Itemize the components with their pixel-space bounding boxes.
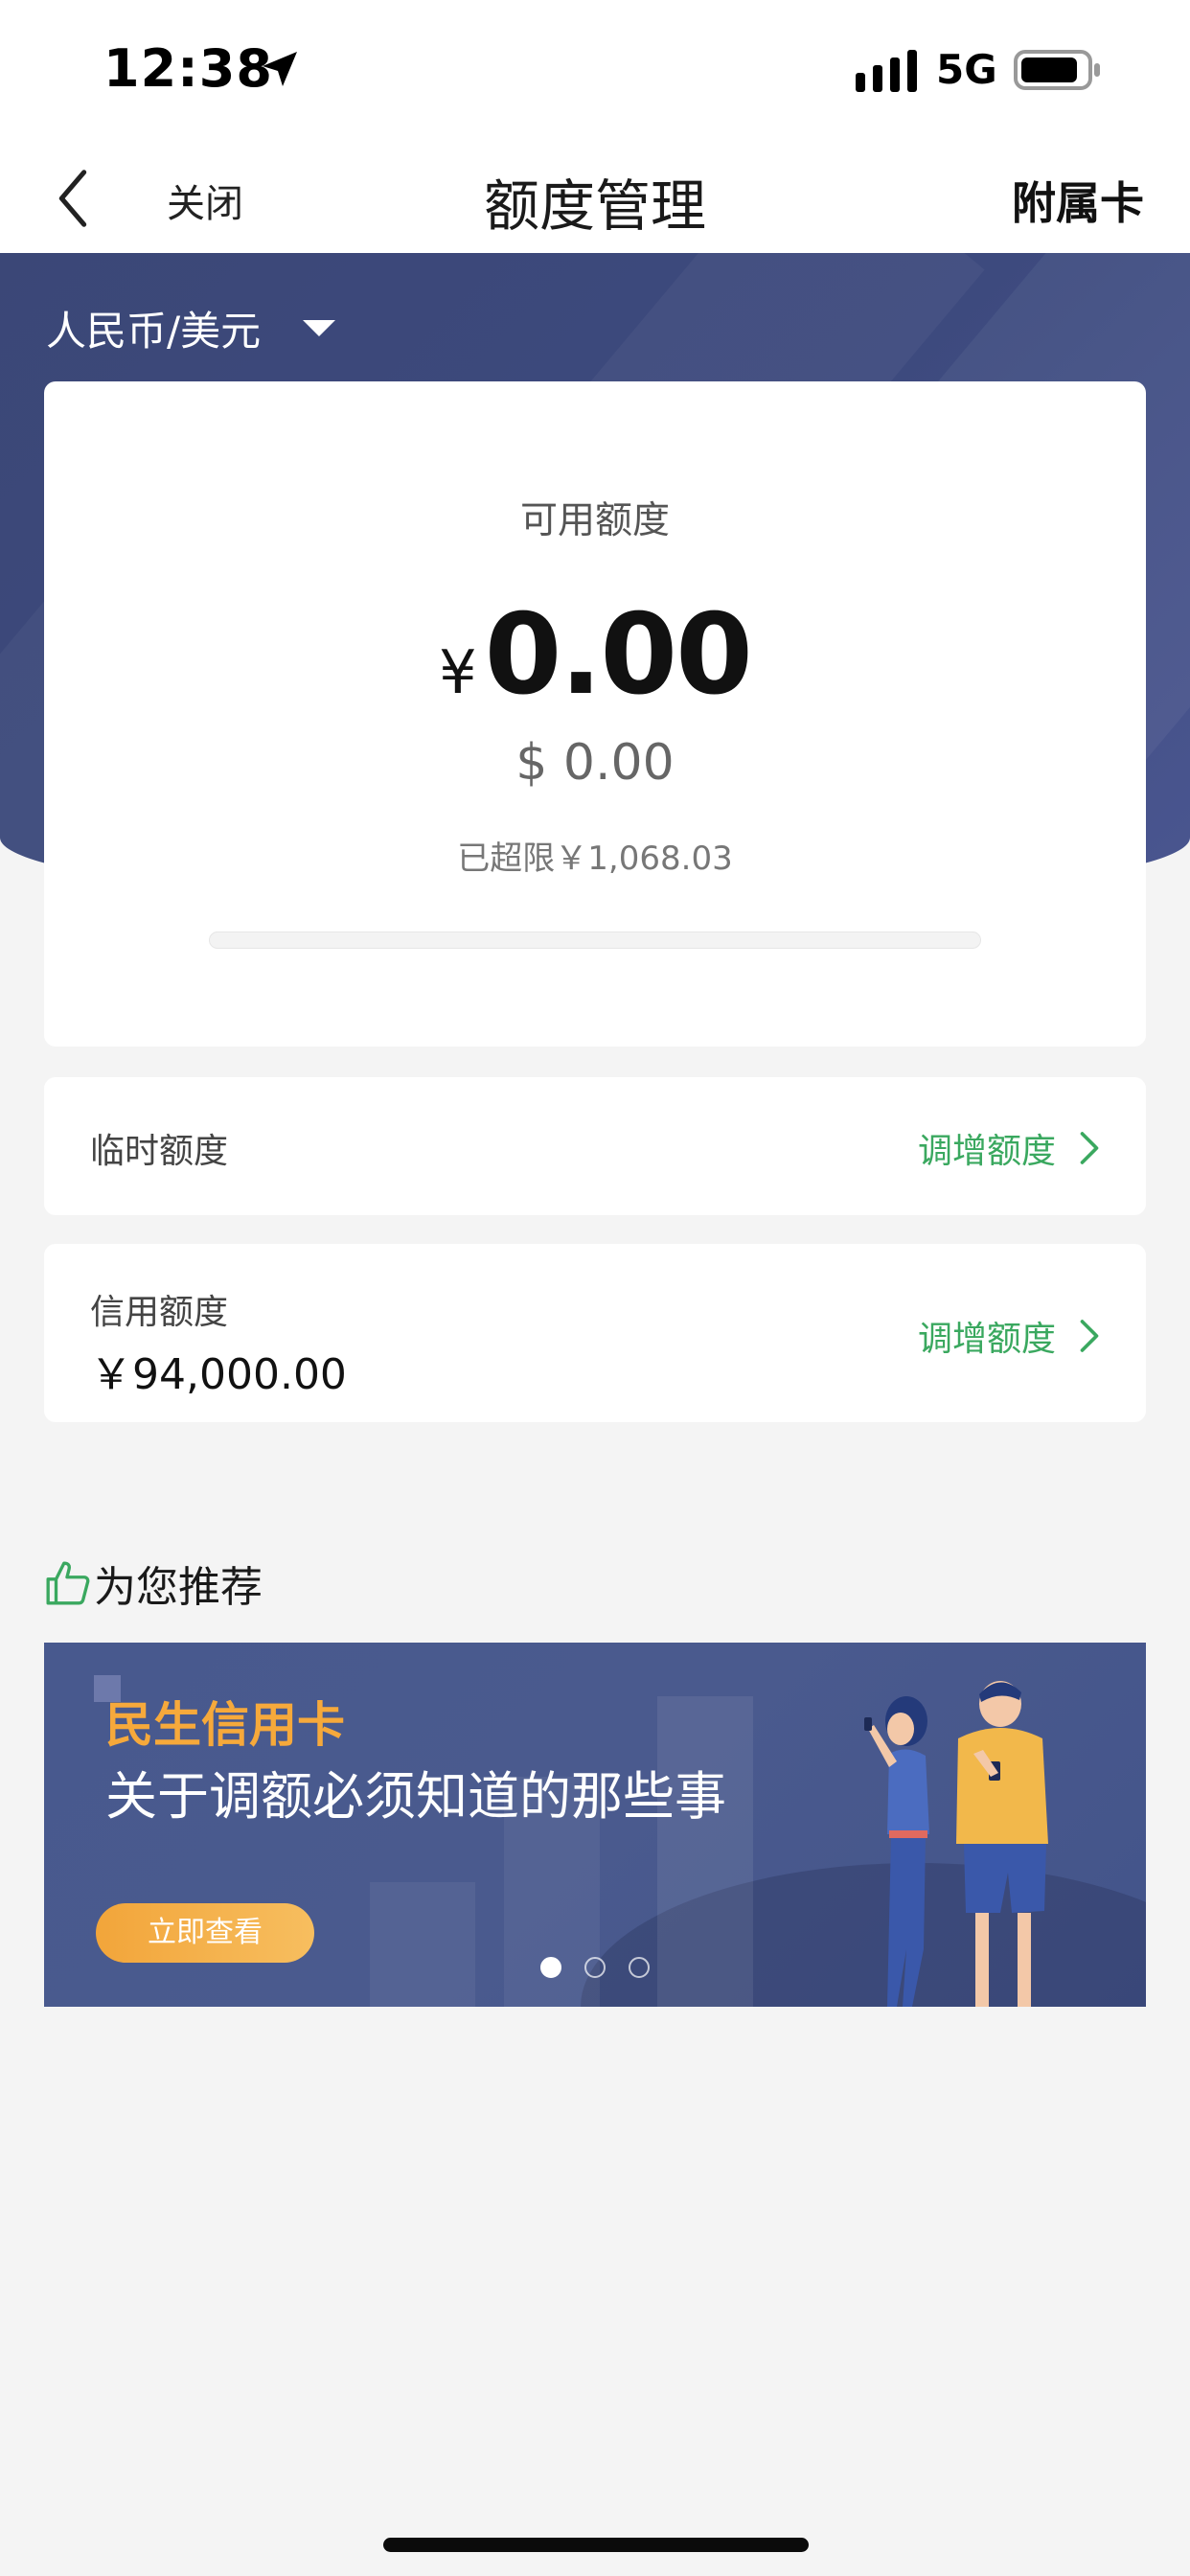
- banner-brand: 民生信用卡: [105, 1697, 345, 1753]
- available-limit-label: 可用额度: [519, 499, 670, 542]
- increase-limit-label: 调增额度: [917, 1320, 1056, 1359]
- status-bar: 12:38 5G: [0, 0, 1190, 144]
- available-limit-card: 可用额度 ¥0.00 $ 0.00 已超限￥1,068.03: [44, 381, 1146, 1046]
- home-indicator: [383, 2538, 809, 2552]
- location-arrow-icon: [263, 52, 297, 86]
- caret-down-icon: [303, 320, 336, 336]
- credit-limit-increase-button[interactable]: 调增额度: [918, 1311, 1104, 1361]
- available-limit-amount: ¥0.00: [44, 590, 1146, 720]
- credit-limit-label: 信用额度: [90, 1293, 229, 1332]
- network-label: 5G: [936, 46, 997, 93]
- limit-progress-bar: [209, 932, 981, 949]
- status-time: 12:38: [103, 38, 273, 99]
- carousel-indicator: [44, 1957, 1146, 1978]
- chevron-right-icon: [1080, 1320, 1099, 1352]
- view-now-button[interactable]: 立即查看: [96, 1903, 314, 1963]
- recommend-header: 为您推荐: [44, 1552, 263, 1614]
- credit-limit-value: ￥94,000.00: [90, 1350, 347, 1399]
- currency-symbol: ¥: [439, 637, 477, 707]
- usd-available-amount: $ 0.00: [515, 734, 675, 792]
- temporary-limit-increase-button[interactable]: 调增额度: [918, 1123, 1104, 1173]
- people-illustration: [864, 1681, 1048, 2007]
- temporary-limit-row: 临时额度 调增额度: [44, 1077, 1146, 1215]
- available-limit-value: 0.00: [484, 590, 753, 720]
- increase-limit-label: 调增额度: [917, 1132, 1056, 1171]
- nav-bar: 关闭 额度管理 附属卡: [0, 144, 1190, 253]
- supplementary-card-button[interactable]: 附属卡: [1012, 169, 1144, 232]
- battery-icon: [1014, 50, 1100, 90]
- carousel-dot[interactable]: [584, 1957, 606, 1978]
- credit-limit-row: 信用额度 ￥94,000.00 调增额度: [44, 1244, 1146, 1422]
- currency-selector-label: 人民币/美元: [46, 308, 262, 355]
- promo-banner[interactable]: 民生信用卡 关于调额必须知道的那些事 立即查看: [44, 1643, 1146, 2007]
- signal-icon: [856, 50, 917, 92]
- recommend-title: 为您推荐: [94, 1563, 263, 1612]
- carousel-dot[interactable]: [629, 1957, 650, 1978]
- page: 12:38 5G 关闭 额度管理 附属卡 人民币/美元 可用额度 ¥0.00 $…: [0, 0, 1190, 2576]
- over-limit-text: 已超限￥1,068.03: [457, 840, 733, 878]
- thumbs-up-icon: [46, 1561, 90, 1605]
- banner-headline: 关于调额必须知道的那些事: [105, 1766, 726, 1827]
- banner-decoration: [370, 1882, 475, 2007]
- carousel-dot[interactable]: [540, 1957, 561, 1978]
- chevron-right-icon: [1080, 1132, 1099, 1164]
- temporary-limit-label: 临时额度: [90, 1132, 229, 1171]
- currency-selector[interactable]: 人民币/美元: [46, 299, 336, 357]
